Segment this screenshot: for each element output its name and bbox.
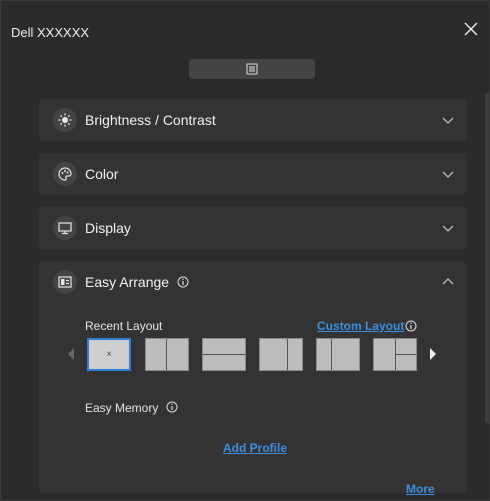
- easy-memory-label: Easy Memory: [85, 401, 178, 415]
- layout-thumb-wide-narrow[interactable]: [259, 338, 303, 371]
- monitor-icon: [53, 216, 77, 240]
- info-icon[interactable]: [166, 401, 178, 413]
- info-icon[interactable]: [405, 320, 417, 332]
- chevron-down-icon[interactable]: [442, 168, 454, 180]
- layout-thumb-narrow-wide[interactable]: [316, 338, 360, 371]
- chevron-up-icon[interactable]: [442, 276, 454, 288]
- scroll-right-arrow-icon[interactable]: [429, 348, 437, 360]
- scroll-left-arrow-icon[interactable]: [67, 348, 75, 360]
- chevron-down-icon[interactable]: [442, 114, 454, 126]
- easy-arrange-title: Easy Arrange: [85, 274, 170, 290]
- app-window: Dell XXXXXX Brightness / Contrast Color: [0, 0, 490, 501]
- close-icon[interactable]: [463, 21, 479, 37]
- panel-label: Easy Arrange: [85, 274, 189, 290]
- scrollbar[interactable]: [485, 93, 489, 423]
- layout-thumb-2row[interactable]: [202, 338, 246, 371]
- layout-thumb-selected[interactable]: ×: [87, 338, 131, 371]
- sun-icon: [53, 108, 77, 132]
- layout-icon: [53, 270, 77, 294]
- menu-button[interactable]: [189, 59, 315, 79]
- more-link[interactable]: More: [406, 482, 435, 496]
- panel-brightness-contrast[interactable]: Brightness / Contrast: [39, 99, 466, 141]
- panel-label: Brightness / Contrast: [85, 112, 216, 128]
- panel-easy-arrange: Easy Arrange: [39, 261, 466, 493]
- chevron-down-icon[interactable]: [442, 222, 454, 234]
- panel-color[interactable]: Color: [39, 153, 466, 195]
- easy-memory-text: Easy Memory: [85, 401, 159, 415]
- layout-thumb-2col[interactable]: [145, 338, 189, 371]
- window-title: Dell XXXXXX: [11, 25, 90, 40]
- layout-thumb-3pane[interactable]: [373, 338, 417, 371]
- menu-list-icon: [246, 63, 258, 75]
- palette-icon: [53, 162, 77, 186]
- custom-layout-link[interactable]: Custom Layout: [317, 319, 404, 333]
- info-icon[interactable]: [177, 276, 189, 288]
- add-profile-link[interactable]: Add Profile: [223, 441, 287, 455]
- panel-display[interactable]: Display: [39, 207, 466, 249]
- layout-thumb-mark: ×: [106, 349, 112, 360]
- panel-label: Display: [85, 220, 131, 236]
- recent-layout-label: Recent Layout: [85, 319, 163, 333]
- panel-label: Color: [85, 166, 119, 182]
